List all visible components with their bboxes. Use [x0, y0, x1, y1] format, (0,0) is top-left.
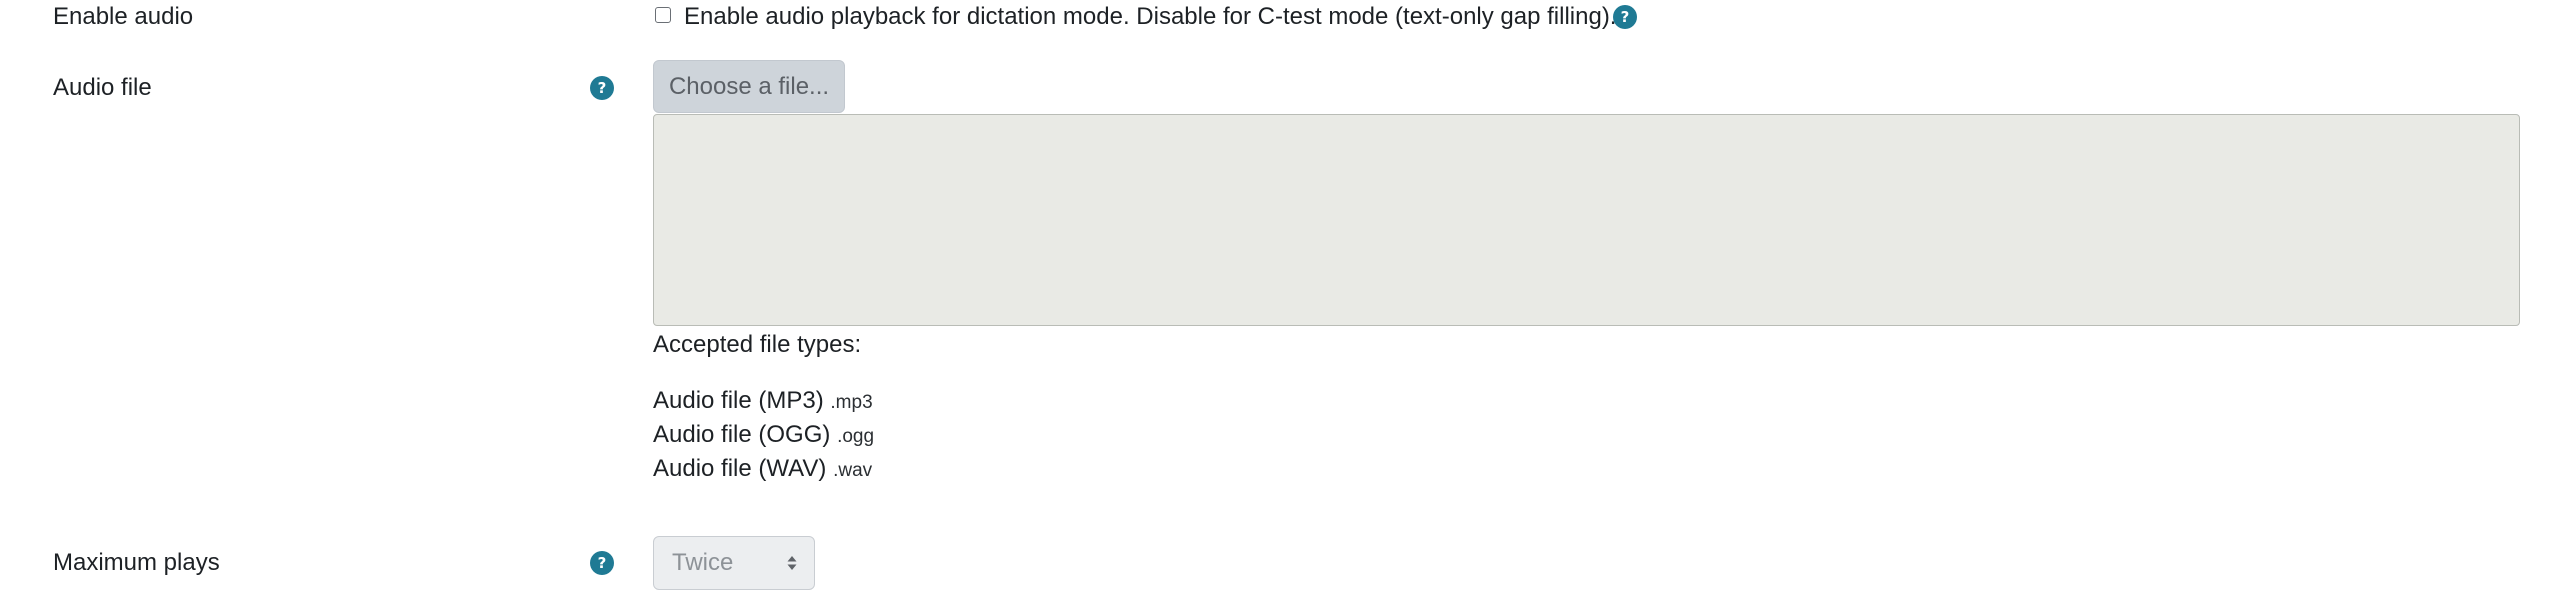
file-type-item: Audio file (MP3) .mp3 [653, 386, 873, 418]
file-dropzone[interactable] [653, 114, 2520, 326]
maximum-plays-label: Maximum plays [53, 549, 220, 576]
file-type-extension: .mp3 [830, 392, 873, 413]
accepted-file-types-title: Accepted file types: [653, 331, 862, 358]
file-type-name: Audio file (WAV) [653, 455, 827, 482]
enable-audio-description[interactable]: Enable audio playback for dictation mode… [684, 2, 1616, 32]
enable-audio-label: Enable audio [53, 3, 194, 30]
file-type-name: Audio file (OGG) [653, 421, 831, 448]
file-type-item: Audio file (OGG) .ogg [653, 420, 874, 452]
enable-audio-checkbox[interactable] [655, 7, 671, 23]
audio-file-help-icon[interactable]: ? [590, 76, 614, 100]
file-type-name: Audio file (MP3) [653, 387, 824, 414]
enable-audio-help-icon[interactable]: ? [1613, 5, 1637, 29]
sort-arrows-icon [787, 556, 797, 570]
file-type-extension: .ogg [837, 426, 875, 447]
choose-file-button[interactable]: Choose a file... [653, 60, 845, 113]
audio-file-label: Audio file [53, 74, 152, 101]
maximum-plays-selected-value: Twice [672, 549, 734, 576]
file-type-item: Audio file (WAV) .wav [653, 454, 872, 486]
maximum-plays-help-icon[interactable]: ? [590, 551, 614, 575]
file-type-extension: .wav [833, 460, 873, 481]
maximum-plays-select[interactable]: Twice [653, 536, 815, 590]
